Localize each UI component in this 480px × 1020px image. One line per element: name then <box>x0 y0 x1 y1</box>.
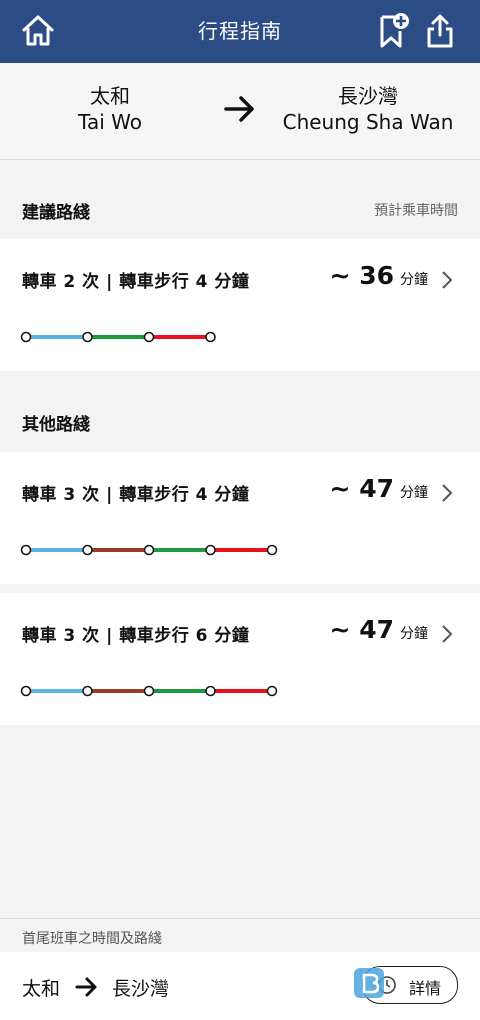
station-node <box>266 544 278 556</box>
other-section-header: 其他路綫 <box>0 372 480 450</box>
app-header: 行程指南 <box>0 0 480 63</box>
duration-value: ~ 36 <box>329 261 394 290</box>
station-node <box>143 331 155 343</box>
station-node <box>20 331 32 343</box>
route-card-suggested[interactable]: 轉車 2 次 | 轉車步行 4 分鐘 ~ 36 分鐘 <box>0 239 480 371</box>
route-summary: 太和 Tai Wo 長沙灣 Cheung Sha Wan <box>0 63 480 160</box>
duration-value: ~ 47 <box>329 615 394 644</box>
duration-unit: 分鐘 <box>400 272 428 288</box>
route-card-other-1[interactable]: 轉車 3 次 | 轉車步行 4 分鐘 ~ 47 分鐘 <box>0 452 480 584</box>
footer-label-text: 首尾班車之時間及路綫 <box>22 931 162 947</box>
station-node <box>82 331 93 343</box>
footer-origin: 太和 <box>22 978 61 1000</box>
origin-name-en: Tai Wo <box>78 110 142 134</box>
station-node <box>143 685 155 697</box>
destination-name-en: Cheung Sha Wan <box>282 110 454 134</box>
duration-value: ~ 47 <box>329 474 394 503</box>
origin-name-zh: 太和 <box>90 84 130 108</box>
origin-station: 太和 Tai Wo <box>40 83 180 135</box>
route-line-diagram <box>20 685 278 697</box>
chevron-right-icon <box>442 271 453 289</box>
bookmark-add-icon <box>380 13 409 48</box>
route-transfer-info: 轉車 3 次 | 轉車步行 6 分鐘 <box>22 626 250 646</box>
route-transfer-info: 轉車 2 次 | 轉車步行 4 分鐘 <box>22 272 250 292</box>
station-node <box>143 544 155 556</box>
station-node <box>82 544 93 556</box>
share-button[interactable] <box>420 11 460 51</box>
route-transfer-info: 轉車 3 次 | 轉車步行 4 分鐘 <box>22 485 250 505</box>
duration-unit: 分鐘 <box>400 485 428 501</box>
footer-destination: 長沙灣 <box>112 978 170 1000</box>
other-label: 其他路綫 <box>22 415 90 435</box>
arrow-right-icon <box>224 96 254 122</box>
travel-time-label: 預計乘車時間 <box>374 203 458 219</box>
route-line-diagram <box>20 331 216 343</box>
route-duration: ~ 47 分鐘 <box>330 474 428 503</box>
arrow-right-icon <box>75 977 97 997</box>
share-icon <box>427 14 453 48</box>
watermark-logo-icon <box>354 968 384 998</box>
station-node <box>266 685 278 697</box>
first-last-train-label: 首尾班車之時間及路綫 <box>0 918 480 953</box>
route-line-diagram <box>20 544 278 556</box>
route-card-other-2[interactable]: 轉車 3 次 | 轉車步行 6 分鐘 ~ 47 分鐘 <box>0 593 480 725</box>
station-node <box>20 544 32 556</box>
destination-station: 長沙灣 Cheung Sha Wan <box>268 83 468 135</box>
station-node <box>205 685 216 697</box>
details-label: 詳情 <box>409 979 442 998</box>
route-duration: ~ 36 分鐘 <box>330 261 428 290</box>
destination-name-zh: 長沙灣 <box>338 84 398 108</box>
chevron-right-icon <box>442 625 453 643</box>
suggested-label: 建議路綫 <box>22 203 90 223</box>
station-node <box>205 544 216 556</box>
station-node <box>82 685 93 697</box>
station-node <box>205 331 216 343</box>
chevron-right-icon <box>442 484 453 502</box>
suggested-section-header: 建議路綫 預計乘車時間 <box>0 160 480 238</box>
duration-unit: 分鐘 <box>400 626 428 642</box>
first-last-train-bar: 太和 長沙灣 詳情 <box>0 952 480 1020</box>
route-duration: ~ 47 分鐘 <box>330 615 428 644</box>
station-node <box>20 685 32 697</box>
bookmark-add-button[interactable] <box>372 11 412 51</box>
